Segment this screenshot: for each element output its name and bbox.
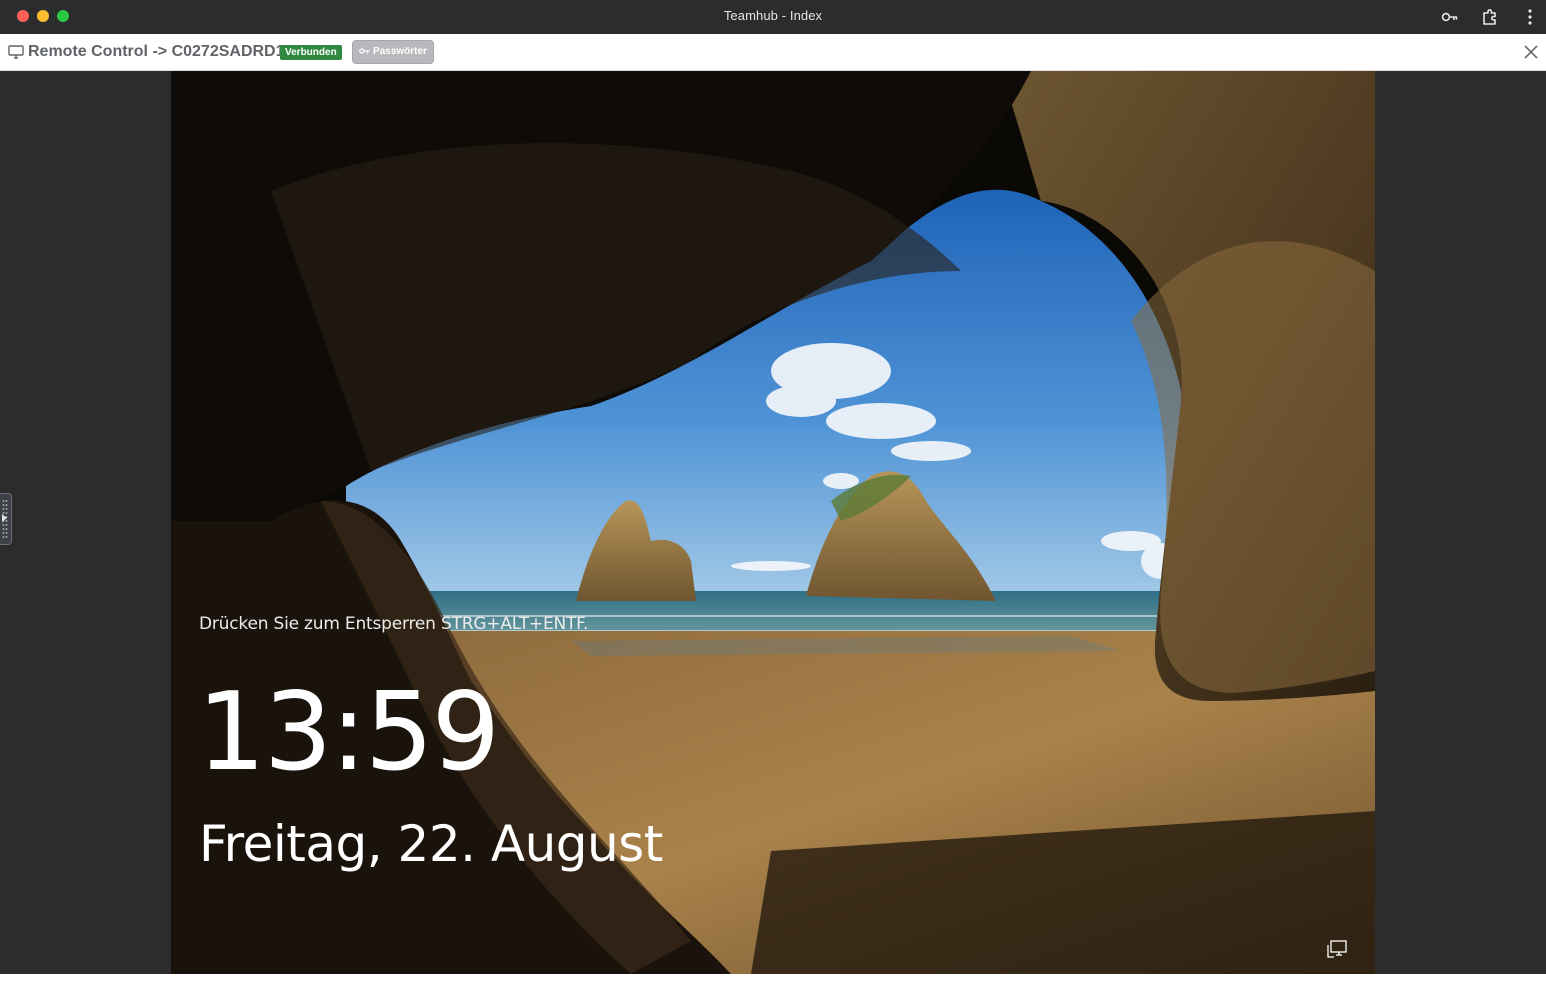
more-vertical-icon[interactable]	[1520, 7, 1540, 27]
remote-control-title: Remote Control -> C0272SADRD1	[28, 43, 285, 60]
unlock-hint: Drücken Sie zum Entsperren STRG+ALT+ENTF…	[199, 614, 589, 634]
remote-screen[interactable]: Drücken Sie zum Entsperren STRG+ALT+ENTF…	[171, 71, 1375, 974]
remote-viewer: Drücken Sie zum Entsperren STRG+ALT+ENTF…	[0, 71, 1546, 974]
window-titlebar: Teamhub - Index	[0, 0, 1546, 34]
key-icon	[359, 48, 370, 54]
lockscreen-time: 13:59	[197, 670, 500, 795]
lockscreen-date: Freitag, 22. August	[199, 815, 663, 873]
extension-puzzle-icon[interactable]	[1480, 7, 1500, 27]
chevron-right-icon	[2, 514, 7, 522]
key-icon[interactable]	[1440, 7, 1460, 27]
network-monitor-icon[interactable]	[1326, 939, 1348, 959]
passwords-button[interactable]: Passwörter	[352, 40, 434, 64]
remote-control-header: Remote Control -> C0272SADRD1 Verbunden …	[0, 34, 1546, 71]
bottom-strip	[0, 974, 1546, 996]
monitor-icon	[8, 45, 24, 59]
passwords-button-label: Passwörter	[373, 46, 427, 57]
side-panel-toggle[interactable]	[0, 493, 12, 545]
status-badge: Verbunden	[280, 45, 342, 60]
window-title: Teamhub - Index	[723, 8, 823, 23]
close-icon[interactable]	[1522, 43, 1540, 61]
